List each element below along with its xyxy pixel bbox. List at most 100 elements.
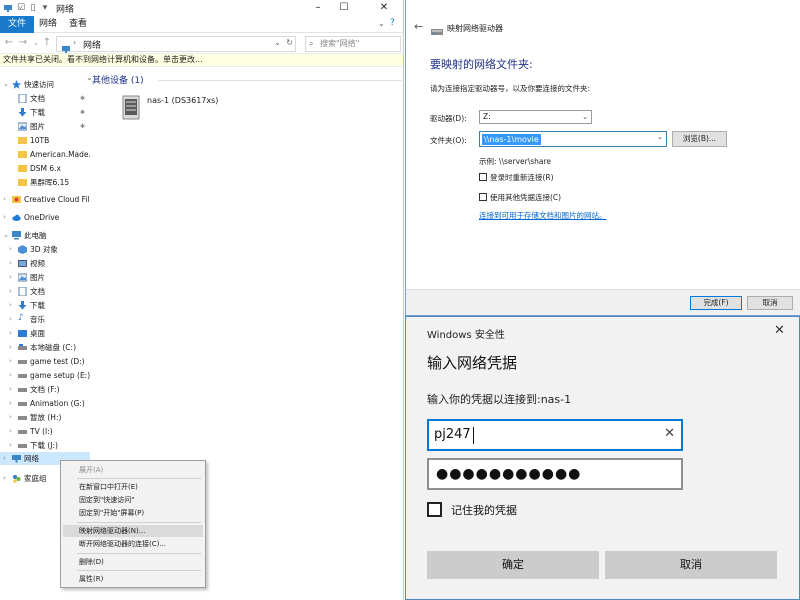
ribbon-expand-icon[interactable]: ⌄ <box>378 19 385 28</box>
checkbox-box[interactable] <box>427 502 442 517</box>
pin-icon[interactable]: ✱ <box>80 120 85 133</box>
menu-item-open-new-window[interactable]: 在新窗口中打开(E) <box>63 481 203 493</box>
chevron-right-icon[interactable]: › <box>9 313 12 326</box>
nav-quick-item[interactable]: 黑群晖6.15 <box>0 176 90 189</box>
cancel-button[interactable]: 取消 <box>605 551 777 579</box>
nav-quick-item[interactable]: American.Made.20 <box>0 148 90 161</box>
menu-item-disconnect-network-drive[interactable]: 断开网络驱动器的连接(C)... <box>63 538 203 550</box>
username-input[interactable]: pj247 ✕ <box>427 419 683 451</box>
search-input[interactable]: ⌕ 搜索"网络" <box>305 36 401 52</box>
nav-pc-item[interactable]: › 暂放 (H:) <box>0 411 90 424</box>
group-header[interactable]: 其他设备 (1) <box>92 73 144 86</box>
chevron-down-icon[interactable]: ⌄ <box>657 133 663 141</box>
chevron-right-icon[interactable]: › <box>9 299 12 312</box>
pin-icon[interactable]: ✱ <box>80 106 85 119</box>
drive-letter-select[interactable]: Z: ⌄ <box>479 110 592 124</box>
nav-pc-item[interactable]: › ♪ 音乐 <box>0 313 90 326</box>
finish-button[interactable]: 完成(F) <box>690 296 742 310</box>
maximize-icon[interactable]: ☐ <box>332 0 356 16</box>
nav-this-pc[interactable]: ⌄ 此电脑 <box>0 229 90 242</box>
back-arrow-icon[interactable]: ← <box>414 20 423 33</box>
chevron-right-icon[interactable]: › <box>9 257 12 270</box>
chevron-right-icon[interactable]: › <box>3 193 6 206</box>
address-bar[interactable]: › 网络 ⌄ ↻ <box>56 36 296 53</box>
chevron-down-icon[interactable]: ⌄ <box>3 78 9 91</box>
nav-pc-item[interactable]: › 图片 <box>0 271 90 284</box>
chevron-down-icon[interactable]: ⌄ <box>3 229 9 242</box>
menu-item-pin-start[interactable]: 固定到"开始"屏幕(P) <box>63 507 203 519</box>
menu-item-map-network-drive[interactable]: 映射网络驱动器(N)... <box>63 525 203 537</box>
properties-icon[interactable]: ☑ <box>16 3 26 13</box>
info-bar[interactable]: 文件共享已关闭。看不到网络计算机和设备。单击更改... <box>0 53 403 67</box>
tab-network[interactable]: 网络 <box>31 16 65 33</box>
nav-pc-item[interactable]: › 3D 对象 <box>0 243 90 256</box>
nav-onedrive[interactable]: › OneDrive <box>0 211 90 224</box>
nav-pc-item[interactable]: › 视频 <box>0 257 90 270</box>
address-dropdown-icon[interactable]: ⌄ <box>274 38 281 47</box>
menu-item-properties[interactable]: 属性(R) <box>63 573 203 585</box>
website-link[interactable]: 连接到可用于存储文档和图片的网站。 <box>479 210 607 221</box>
nav-quick-item[interactable]: DSM 6.x <box>0 162 90 175</box>
menu-item-expand[interactable]: 展开(A) <box>63 464 203 476</box>
nav-pc-item[interactable]: › game setup (E:) <box>0 369 90 382</box>
refresh-icon[interactable]: ↻ <box>286 38 293 47</box>
chevron-right-icon[interactable]: › <box>9 285 12 298</box>
chevron-right-icon[interactable]: › <box>9 439 12 452</box>
chevron-right-icon[interactable]: › <box>9 341 12 354</box>
minimize-icon[interactable]: – <box>306 0 330 16</box>
back-icon[interactable]: ← <box>3 36 15 50</box>
other-credentials-checkbox[interactable]: 使用其他凭据连接(C) <box>479 192 679 204</box>
tab-view[interactable]: 查看 <box>61 16 95 33</box>
nav-pc-item[interactable]: › 本地磁盘 (C:) <box>0 341 90 354</box>
chevron-right-icon[interactable]: › <box>9 369 12 382</box>
checkbox-box[interactable] <box>479 193 487 201</box>
ok-button[interactable]: 确定 <box>427 551 599 579</box>
nav-pc-item[interactable]: › 桌面 <box>0 327 90 340</box>
breadcrumb-separator-icon[interactable]: › <box>73 38 76 47</box>
cancel-button[interactable]: 取消 <box>747 296 793 310</box>
nav-quick-item[interactable]: 下载 ✱ <box>0 106 90 119</box>
address-path[interactable]: 网络 <box>83 38 101 51</box>
forward-icon[interactable]: → <box>17 36 29 50</box>
folder-path-input[interactable]: \\nas-1\movie ⌄ <box>479 131 667 147</box>
chevron-right-icon[interactable]: › <box>3 211 6 224</box>
clear-icon[interactable]: ✕ <box>664 426 675 441</box>
nav-quick-item[interactable]: 10TB <box>0 134 90 147</box>
chevron-right-icon[interactable]: › <box>9 411 12 424</box>
nav-quick-item[interactable]: 文档 ✱ <box>0 92 90 105</box>
nav-creative-cloud[interactable]: › Creative Cloud Files <box>0 193 90 206</box>
chevron-right-icon[interactable]: › <box>3 472 6 485</box>
remember-credentials-checkbox[interactable]: 记住我的凭据 <box>427 501 627 519</box>
nav-quick-access[interactable]: ⌄ 快速访问 <box>0 78 90 91</box>
chevron-right-icon[interactable]: › <box>9 327 12 340</box>
chevron-right-icon[interactable]: › <box>9 271 12 284</box>
close-icon[interactable]: ✕ <box>372 0 396 16</box>
chevron-right-icon[interactable]: › <box>9 383 12 396</box>
nav-pc-item[interactable]: › game test (D:) <box>0 355 90 368</box>
password-input[interactable]: ●●●●●●●●●●● <box>427 458 683 490</box>
nav-pc-item[interactable]: › 下载 <box>0 299 90 312</box>
pin-icon[interactable]: ✱ <box>80 92 85 105</box>
nav-pc-item[interactable]: › 文档 <box>0 285 90 298</box>
device-item[interactable]: nas-1 (DS3617xs) <box>118 92 268 122</box>
nav-quick-item[interactable]: 图片 ✱ <box>0 120 90 133</box>
tab-file[interactable]: 文件 <box>0 16 35 33</box>
browse-button[interactable]: 浏览(B)... <box>672 131 727 147</box>
nav-pc-item[interactable]: › Animation (G:) <box>0 397 90 410</box>
nav-pc-item[interactable]: › 文档 (F:) <box>0 383 90 396</box>
chevron-right-icon[interactable]: › <box>9 243 12 256</box>
reconnect-checkbox[interactable]: 登录时重新连接(R) <box>479 172 679 184</box>
chevron-right-icon[interactable]: › <box>3 452 6 465</box>
close-icon[interactable]: ✕ <box>774 323 785 338</box>
qat-dropdown-icon[interactable]: ▾ <box>40 3 50 13</box>
new-folder-icon[interactable]: ▯ <box>28 3 38 13</box>
menu-item-delete[interactable]: 删除(D) <box>63 556 203 568</box>
up-icon[interactable]: ↑ <box>41 36 53 50</box>
nav-pc-item[interactable]: › 下载 (J:) <box>0 439 90 452</box>
chevron-right-icon[interactable]: › <box>9 355 12 368</box>
nav-pc-item[interactable]: › TV (I:) <box>0 425 90 438</box>
chevron-right-icon[interactable]: › <box>9 397 12 410</box>
checkbox-box[interactable] <box>479 173 487 181</box>
menu-item-pin-quick-access[interactable]: 固定到"快速访问" <box>63 494 203 506</box>
chevron-right-icon[interactable]: › <box>9 425 12 438</box>
